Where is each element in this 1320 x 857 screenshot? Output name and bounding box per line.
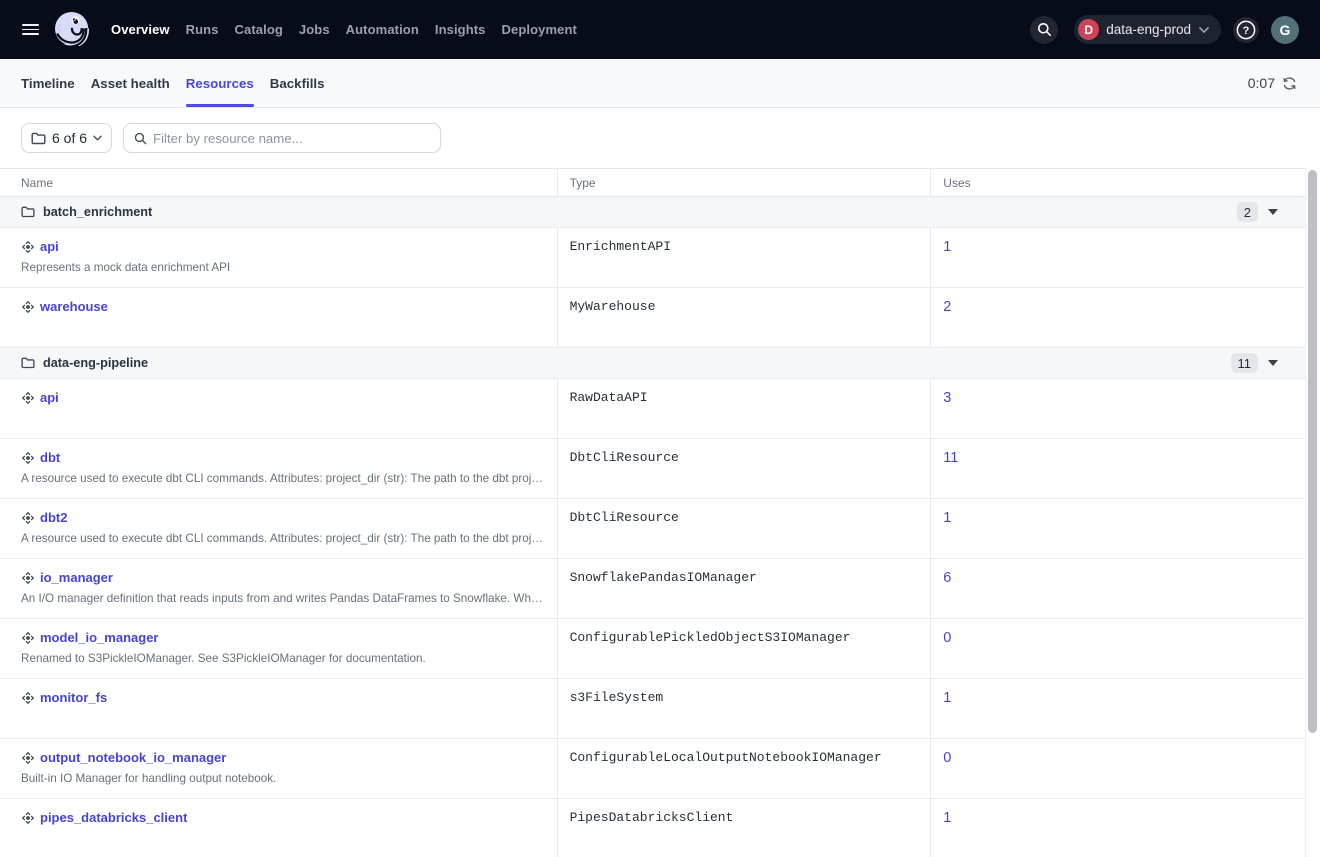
svg-text:?: ? (1243, 25, 1250, 37)
